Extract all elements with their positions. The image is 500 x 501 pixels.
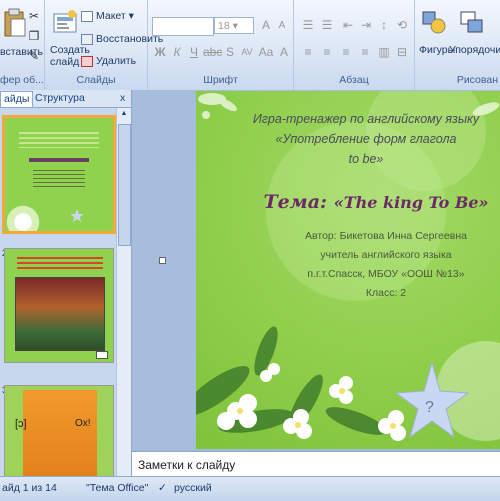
- theme-name: "Тема Office": [86, 482, 149, 494]
- drawing-group: Фигуры Упорядочить Рисован: [415, 0, 500, 90]
- pane-scrollbar[interactable]: ▲: [116, 108, 131, 476]
- slide-counter: айд 1 из 14: [2, 482, 57, 494]
- ribbon: вставить ✂ ❐ ✎ фер об... Создать слайд М…: [0, 0, 500, 91]
- font-color-icon[interactable]: A: [276, 44, 292, 60]
- thumb-sound-icon: [96, 351, 108, 359]
- slide-title[interactable]: Тема: «The king To Be»: [256, 191, 496, 213]
- bullets-icon[interactable]: ☰: [300, 17, 316, 33]
- align-right-icon[interactable]: ≡: [338, 44, 354, 60]
- slide-1[interactable]: Игра-тренажер по английскому языку «Упот…: [196, 91, 500, 449]
- subtitle-line-1: Игра-тренажер по английскому языку: [252, 112, 480, 126]
- thumb-flowers: [5, 201, 65, 231]
- shrink-font-icon[interactable]: A: [274, 18, 290, 34]
- place-line: п.г.т.Спасск, МБОУ «ООШ №13»: [307, 268, 465, 280]
- clipboard-group-label: фер об...: [0, 74, 44, 86]
- font-size-value: 18: [218, 20, 230, 32]
- copy-icon[interactable]: ❐: [26, 28, 42, 44]
- layout-button[interactable]: Макет ▾: [81, 10, 134, 22]
- font-group: 18 ▾ A A Ж К Ч abc S AV Aa A Шрифт: [148, 0, 294, 90]
- thumb-star-icon: ★: [68, 206, 85, 226]
- font-group-label: Шрифт: [203, 74, 238, 86]
- columns-icon[interactable]: ▥: [376, 44, 392, 60]
- thumb-castle-picture: [15, 277, 105, 351]
- grade-line: Класс: 2: [365, 287, 407, 299]
- align-text-icon[interactable]: ⊟: [394, 44, 410, 60]
- delete-label: Удалить: [96, 55, 137, 67]
- new-slide-icon[interactable]: [52, 8, 78, 38]
- font-size-combo[interactable]: 18 ▾: [214, 17, 254, 34]
- paste-icon[interactable]: [2, 8, 26, 38]
- reset-icon: [81, 33, 93, 45]
- pane-tabs: айды Структура x: [0, 90, 131, 108]
- scroll-thumb[interactable]: [118, 124, 131, 246]
- delete-slide-button[interactable]: Удалить: [81, 55, 136, 67]
- thumb-author-lines: [33, 170, 85, 188]
- increase-indent-icon[interactable]: ⇥: [358, 17, 374, 33]
- cut-icon[interactable]: ✂: [26, 8, 42, 24]
- thumb-title-line: [29, 158, 89, 162]
- paragraph-group: ☰ ☰ ⇤ ⇥ ↕ ⟲ ≡ ≡ ≡ ≡ ▥ ⊟ Абзац: [294, 0, 415, 90]
- subtitle-line-3: to be»: [348, 152, 384, 166]
- delete-icon: [81, 55, 93, 67]
- strikethrough-icon[interactable]: abc: [203, 44, 222, 60]
- slide-thumb-1[interactable]: ★: [2, 115, 116, 234]
- italic-icon[interactable]: К: [169, 44, 185, 60]
- thumb-game-picture: [23, 390, 97, 477]
- line-spacing-icon[interactable]: ↕: [376, 17, 392, 33]
- thumb-text-lines: [19, 132, 99, 148]
- slides-group: Создать слайд Макет ▾ Восстановить Удали…: [45, 0, 163, 90]
- change-case-icon[interactable]: Aa: [258, 44, 274, 60]
- paragraph-group-label: Абзац: [339, 74, 369, 86]
- underline-icon[interactable]: Ч: [186, 44, 202, 60]
- notes-placeholder[interactable]: Заметки к слайду: [138, 458, 235, 472]
- language-indicator[interactable]: русский: [174, 482, 212, 494]
- arrange-button[interactable]: Упорядочить: [449, 44, 500, 56]
- star-question-label[interactable]: ?: [425, 399, 434, 417]
- layout-label: Макет: [96, 10, 126, 22]
- layout-icon: [81, 10, 93, 22]
- slide-thumb-2[interactable]: [4, 248, 114, 363]
- scroll-up-icon[interactable]: ▲: [119, 110, 129, 120]
- arrange-icon[interactable]: [459, 10, 485, 36]
- resize-handle[interactable]: [159, 257, 166, 264]
- subtitle-line-2: «Употребление форм глагола: [275, 132, 457, 146]
- thumb-exclaim-text: Ox!: [75, 418, 91, 429]
- justify-icon[interactable]: ≡: [357, 44, 373, 60]
- theme-prefix: Тема:: [263, 191, 334, 213]
- slide-subtitle[interactable]: Игра-тренажер по английскому языку «Упот…: [236, 109, 496, 169]
- text-direction-icon[interactable]: ⟲: [394, 17, 410, 33]
- pane-close-icon[interactable]: x: [117, 91, 128, 106]
- slides-group-label: Слайды: [76, 74, 116, 86]
- char-spacing-icon[interactable]: AV: [239, 44, 255, 60]
- spellcheck-icon[interactable]: ✓: [158, 482, 167, 494]
- drawing-group-label: Рисован: [456, 74, 498, 86]
- tab-outline[interactable]: Структура: [32, 91, 88, 106]
- format-painter-icon[interactable]: ✎: [26, 48, 42, 64]
- shadow-icon[interactable]: S: [222, 44, 238, 60]
- bold-icon[interactable]: Ж: [152, 44, 168, 60]
- author-block[interactable]: Автор: Бикетова Инна Сергеевна учитель а…: [276, 227, 496, 303]
- author-line: Автор: Бикетова Инна Сергеевна: [305, 230, 467, 242]
- shapes-icon[interactable]: [421, 10, 447, 36]
- clipboard-group: вставить ✂ ❐ ✎ фер об...: [0, 0, 45, 90]
- align-left-icon[interactable]: ≡: [300, 44, 316, 60]
- tab-slides[interactable]: айды: [0, 91, 34, 107]
- font-name-combo[interactable]: [152, 17, 214, 36]
- slides-pane: айды Структура x 1 ★ 2 3 [ɔ] Ox! ▲: [0, 90, 132, 500]
- align-center-icon[interactable]: ≡: [319, 44, 335, 60]
- numbering-icon[interactable]: ☰: [319, 17, 335, 33]
- thumb-phonetic-text: [ɔ]: [15, 418, 27, 430]
- notes-pane[interactable]: Заметки к слайду: [132, 451, 500, 477]
- role-line: учитель английского языка: [320, 249, 452, 261]
- status-bar: айд 1 из 14 "Тема Office" ✓ русский: [0, 476, 500, 501]
- grow-font-icon[interactable]: A: [258, 17, 274, 33]
- thumb-text-lines: [17, 257, 103, 269]
- theme-title: «The king To Be»: [333, 193, 489, 212]
- decrease-indent-icon[interactable]: ⇤: [340, 17, 356, 33]
